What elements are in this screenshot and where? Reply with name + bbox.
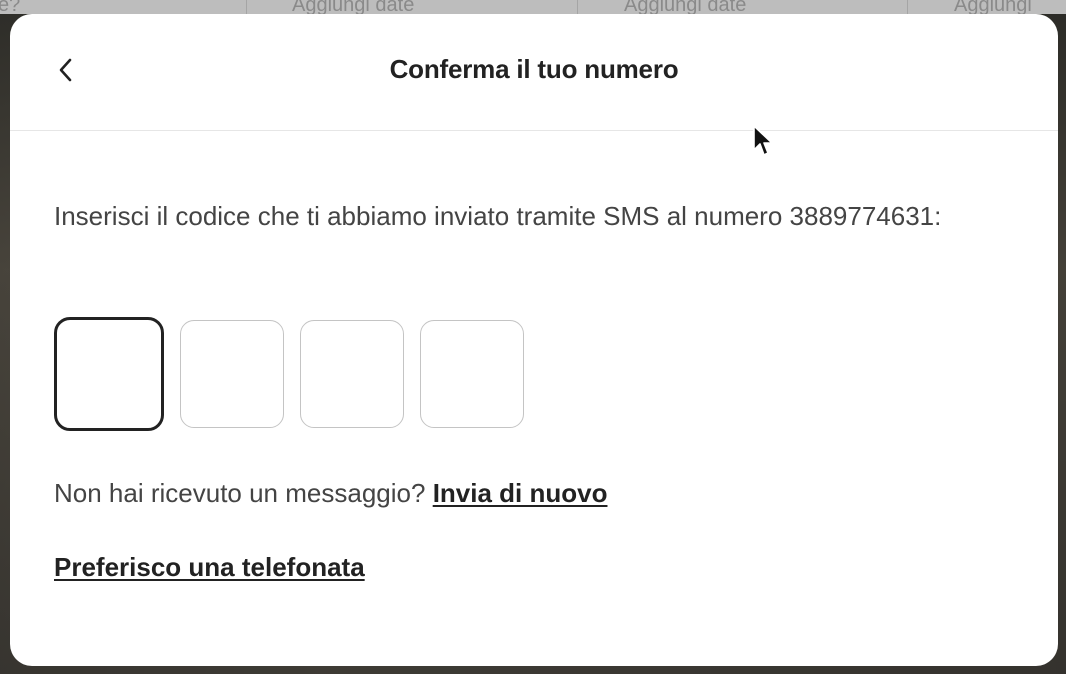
- resend-prompt: Non hai ricevuto un messaggio?: [54, 478, 426, 508]
- mouse-pointer-icon: [753, 125, 773, 156]
- background-search-bar: e? Aggiungi date Aggiungi date Aggiungi: [0, 0, 1066, 14]
- background-divider: [246, 0, 247, 14]
- background-search-cell: Aggiungi date: [292, 0, 415, 14]
- background-divider: [577, 0, 578, 14]
- dialog-header: Conferma il tuo numero: [10, 14, 1058, 131]
- code-digit-3-input[interactable]: [300, 320, 404, 428]
- verification-code-inputs: [54, 317, 524, 431]
- code-digit-1-input[interactable]: [54, 317, 164, 431]
- confirm-number-dialog: Conferma il tuo numero Inserisci il codi…: [10, 14, 1058, 666]
- background-search-cell: Aggiungi: [954, 0, 1032, 14]
- background-search-cell: Aggiungi date: [624, 0, 747, 14]
- code-digit-2-input[interactable]: [180, 320, 284, 428]
- phone-call-link[interactable]: Preferisco una telefonata: [54, 552, 365, 583]
- background-search-cell: e?: [0, 0, 21, 14]
- resend-row: Non hai ricevuto un messaggio? Invia di …: [54, 478, 607, 509]
- dialog-title: Conferma il tuo numero: [389, 54, 679, 84]
- instruction-text: Inserisci il codice che ti abbiamo invia…: [54, 201, 942, 231]
- background-divider: [907, 0, 908, 14]
- resend-link[interactable]: Invia di nuovo: [433, 478, 608, 508]
- code-digit-4-input[interactable]: [420, 320, 524, 428]
